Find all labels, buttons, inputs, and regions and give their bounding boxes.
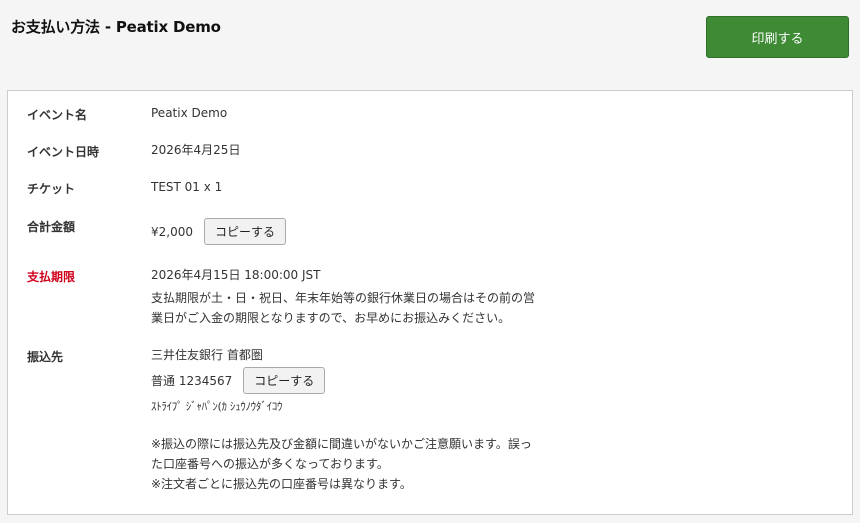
payment-details-card: イベント名 Peatix Demo イベント日時 2026年4月25日 チケット… — [7, 90, 853, 515]
total-amount-label: 合計金額 — [27, 220, 76, 234]
print-button[interactable]: 印刷する — [706, 16, 849, 58]
deadline-note-line-1: 支払期限が土・日・祝日、年末年始等の銀行休業日の場合はその前の営 — [151, 291, 536, 305]
ticket-label: チケット — [27, 182, 76, 196]
bank-note-line-1: ※振込の際には振込先及び金額に間違いがないかご注意願います。誤っ — [151, 437, 532, 451]
bank-name: 三井住友銀行 首都圏 — [151, 348, 263, 362]
deadline-note-line-2: 業日がご入金の期限となりますので、お早めにお振込みください。 — [151, 311, 511, 325]
bank-account-row: 普通 1234567 コピーする — [151, 367, 326, 394]
ticket-value: TEST 01 x 1 — [151, 180, 223, 194]
copy-amount-button[interactable]: コピーする — [204, 218, 287, 245]
bank-note-line-3: ※注文者ごとに振込先の口座番号は異なります。 — [151, 477, 412, 491]
bank-note-line-2: た口座番号への振込が多くなっております。 — [151, 457, 389, 471]
event-name-label: イベント名 — [27, 108, 88, 122]
total-amount-row: ¥2,000 コピーする — [151, 218, 287, 245]
event-date-label: イベント日時 — [27, 145, 100, 159]
bank-label: 振込先 — [27, 350, 64, 364]
page-title: お支払い方法 - Peatix Demo — [11, 18, 221, 36]
bank-account-number: 普通 1234567 — [151, 373, 233, 388]
total-amount-value: ¥2,000 — [151, 224, 193, 239]
copy-account-button[interactable]: コピーする — [243, 367, 326, 394]
account-holder-name: ｽﾄﾗｲﾌﾟ ｼﾞｬﾊﾟﾝ(ｶ ｼｭｳﾉｳﾀﾞｲｺｳ — [151, 400, 283, 413]
deadline-label: 支払期限 — [27, 270, 76, 284]
event-date-value: 2026年4月25日 — [151, 143, 241, 157]
event-name-value: Peatix Demo — [151, 106, 228, 120]
deadline-value: 2026年4月15日 18:00:00 JST — [151, 268, 321, 282]
